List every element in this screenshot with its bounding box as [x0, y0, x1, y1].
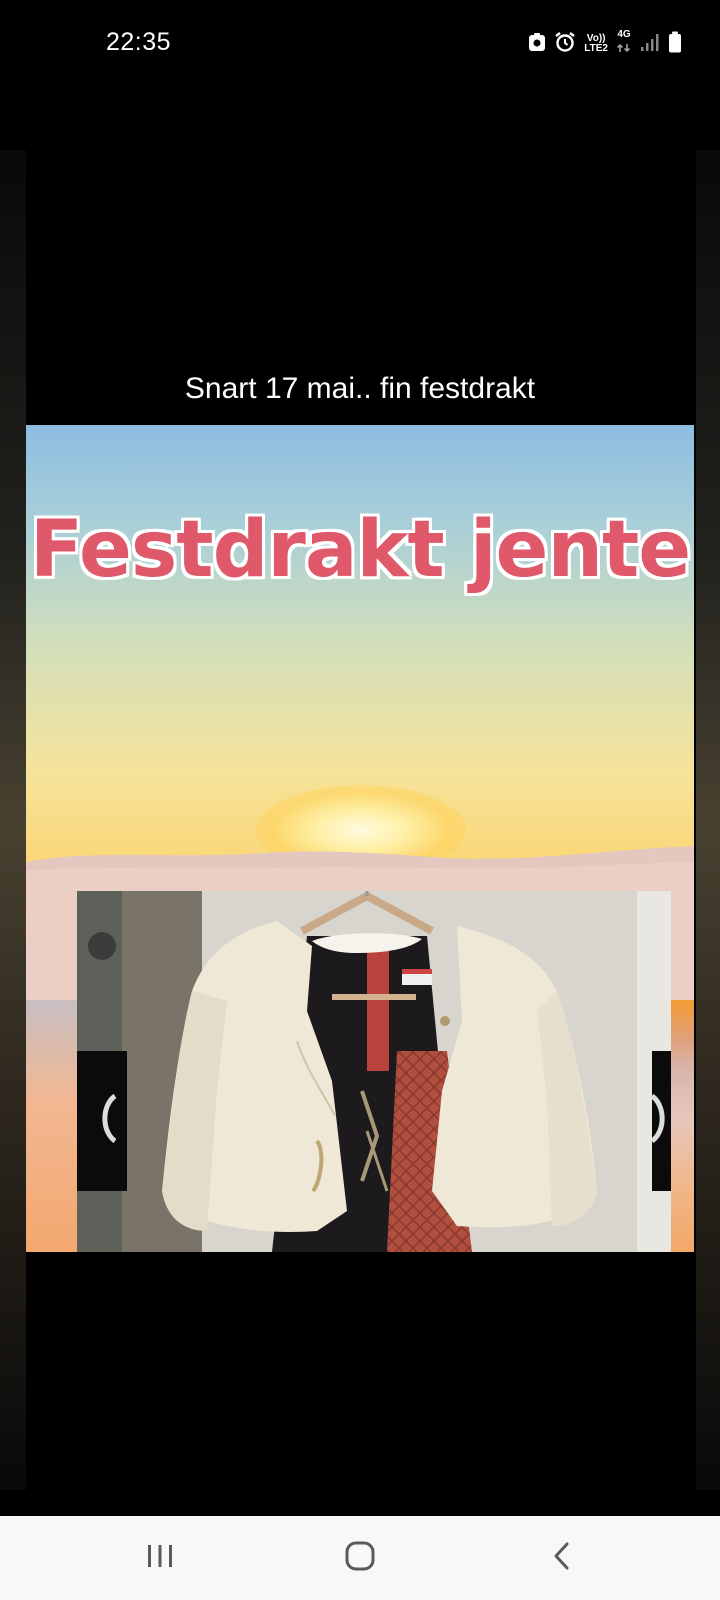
side-background-right [696, 150, 720, 1490]
story-image: Festdrakt jente [26, 425, 694, 1252]
screen: 22:35 Vo)) LTE2 4G Snart 17 mai.. fin fe… [0, 0, 720, 1600]
screenshot-icon [528, 32, 546, 57]
story-card[interactable]: Snart 17 mai.. fin festdrakt Festdrakt j… [26, 150, 694, 1515]
navigation-bar [0, 1516, 720, 1600]
data-arrows-icon: 4G [616, 30, 632, 58]
back-icon [552, 1541, 572, 1576]
back-button[interactable] [502, 1516, 622, 1600]
recent-apps-icon [146, 1543, 174, 1574]
status-icons: Vo)) LTE2 4G [528, 30, 682, 58]
hero-title: Festdrakt jente [29, 505, 691, 595]
status-bar: 22:35 Vo)) LTE2 4G [0, 0, 720, 88]
jacket-photo [77, 891, 671, 1252]
sand-strip [26, 1000, 77, 1252]
battery-icon [668, 31, 682, 58]
home-button[interactable] [300, 1516, 420, 1600]
status-time: 22:35 [106, 28, 172, 56]
home-icon [344, 1540, 376, 1577]
signal-icon [640, 32, 660, 57]
alarm-icon [554, 31, 576, 58]
recent-apps-button[interactable] [100, 1516, 220, 1600]
story-caption: Snart 17 mai.. fin festdrakt [184, 372, 536, 405]
volte-icon: Vo)) LTE2 [584, 33, 608, 54]
